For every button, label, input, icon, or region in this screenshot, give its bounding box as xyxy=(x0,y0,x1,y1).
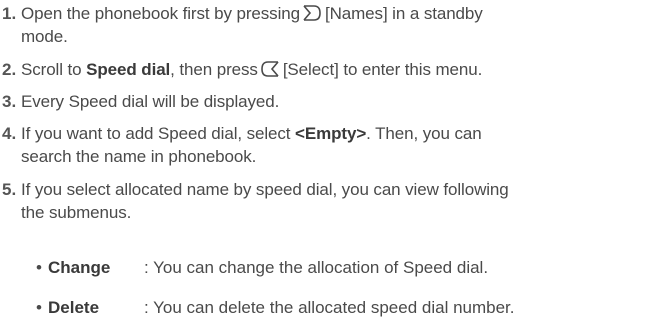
step-number: 4. xyxy=(2,124,17,143)
step-number: 2. xyxy=(2,60,17,79)
step-text-part: , then press xyxy=(170,60,258,79)
step-text-part: [Select] to enter this menu. xyxy=(282,60,483,79)
submenu-term: Change xyxy=(48,258,111,277)
bullet: • xyxy=(36,298,42,317)
step-text: Open the phonebook first by pressing [Nam… xyxy=(21,2,483,26)
submenu-description: : You can delete the allocated speed dia… xyxy=(144,298,515,317)
step-text-continued: search the name in phonebook. xyxy=(21,147,257,166)
submenu-term: Delete xyxy=(48,298,100,317)
option-empty: <Empty> xyxy=(295,124,367,143)
step-text-continued: mode. xyxy=(21,27,68,46)
step-text-part: Open the phonebook first by pressing xyxy=(21,4,300,23)
step-number: 5. xyxy=(2,180,17,199)
step-text: Every Speed dial will be displayed. xyxy=(21,92,280,111)
step-text: If you want to add Speed dial, select <E… xyxy=(21,122,482,146)
step-number: 3. xyxy=(2,92,17,111)
submenu-description: : You can change the allocation of Speed… xyxy=(144,258,489,277)
step-text: If you select allocated name by speed di… xyxy=(21,180,509,199)
step-text-part: If you want to add Speed dial, select xyxy=(21,124,291,143)
step-text-part: [Names] in a standby xyxy=(324,4,483,23)
step-number: 1. xyxy=(2,4,17,23)
right-softkey-icon xyxy=(302,4,322,22)
bullet: • xyxy=(36,258,42,277)
step-text: Scroll to Speed dial, then press [Select]… xyxy=(21,58,482,82)
manual-page: 1. Open the phonebook first by pressing [… xyxy=(0,0,658,328)
step-text-continued: the submenus. xyxy=(21,203,132,222)
step-text-part: Scroll to xyxy=(21,60,82,79)
step-text-part: . Then, you can xyxy=(366,124,482,143)
menu-name-speed-dial: Speed dial xyxy=(86,60,171,79)
left-softkey-icon xyxy=(260,60,280,78)
